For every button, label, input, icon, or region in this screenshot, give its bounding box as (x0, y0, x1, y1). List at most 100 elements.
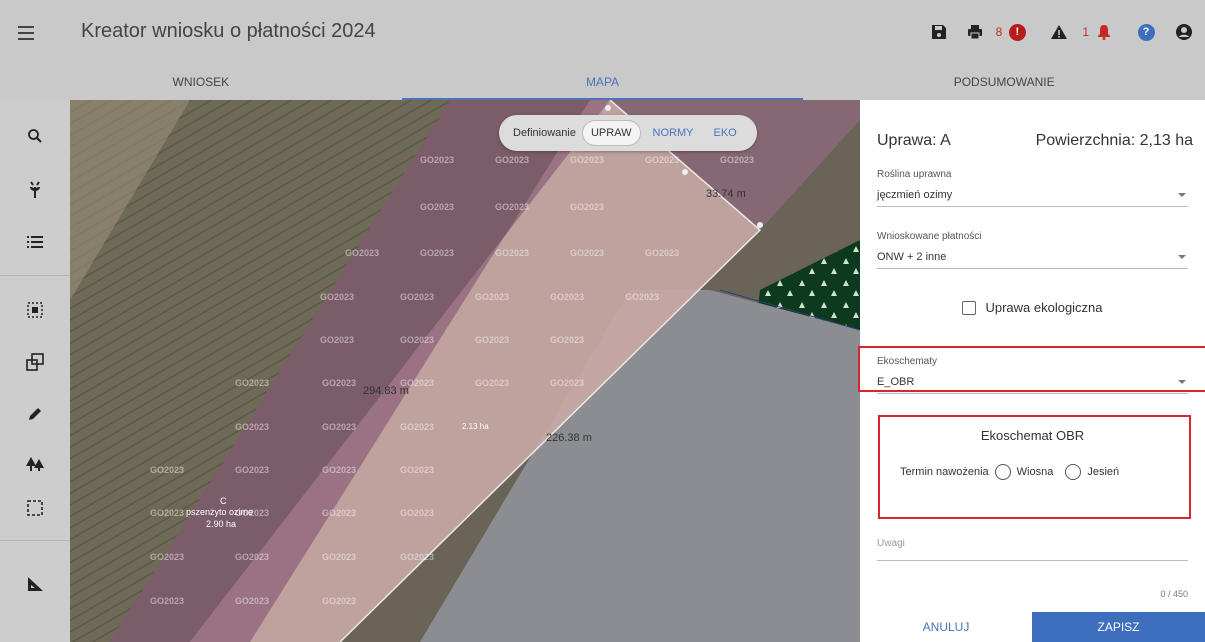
map-watermark: GO2023 (150, 465, 185, 475)
dropdown-arrow-icon (1178, 193, 1186, 197)
radio-spring[interactable] (994, 464, 1011, 480)
select-area-icon[interactable] (23, 298, 47, 322)
ecoschemes-highlight (858, 346, 1205, 392)
parcel-c-letter: C (220, 496, 227, 506)
map-watermark: GO2023 (322, 422, 357, 432)
chip-normy[interactable]: NORMY (645, 121, 702, 145)
map-watermark: GO2023 (345, 248, 380, 258)
search-icon[interactable] (23, 124, 47, 148)
notification-bell-icon[interactable] (1091, 19, 1117, 45)
checkbox-icon[interactable] (962, 300, 977, 315)
parcel-c-crop: pszenżyto ozime (186, 507, 254, 517)
crop-select-label: Roślina uprawna (877, 169, 952, 180)
crop-select[interactable]: Roślina uprawna jęczmień ozimy (877, 169, 1188, 207)
payments-select-label: Wnioskowane płatności (877, 231, 982, 242)
dimension-label: 226.38 m (546, 432, 592, 444)
save-icon[interactable] (926, 19, 952, 45)
radio-spring-label: Wiosna (1016, 466, 1054, 478)
trees-icon[interactable] (23, 452, 47, 476)
map-watermark: GO2023 (720, 155, 755, 165)
error-icon[interactable]: ! (1004, 19, 1030, 45)
obr-section-title: Ekoschemat OBR (980, 428, 1085, 443)
map-watermark: GO2023 (322, 596, 357, 606)
map-watermark: GO2023 (495, 202, 530, 212)
app-title: Kreator wniosku o płatności 2024 (81, 20, 376, 42)
parcel-c-area: 2.90 ha (206, 519, 237, 529)
notes-char-counter: 0 / 450 (1160, 589, 1188, 599)
toolbar-divider (0, 540, 70, 541)
map-watermark: GO2023 (322, 552, 357, 562)
radio-autumn[interactable] (1065, 464, 1082, 480)
crop-frame-icon[interactable] (23, 496, 47, 520)
definition-mode-selector: Definiowanie UPRAW NORMY EKO (499, 115, 757, 151)
tab-mapa[interactable]: MAPA (401, 64, 804, 100)
map-watermark: GO2023 (475, 378, 510, 388)
map-watermark: GO2023 (625, 292, 660, 302)
chip-eko[interactable]: EKO (705, 121, 744, 145)
warning-count: 1 (1082, 25, 1089, 39)
print-icon[interactable] (962, 19, 988, 45)
map-watermark: GO2023 (645, 155, 680, 165)
cancel-button[interactable]: ANULUJ (860, 612, 1032, 642)
list-icon[interactable] (23, 230, 47, 254)
dropdown-arrow-icon (1178, 255, 1186, 259)
toolbar-divider (0, 275, 70, 276)
main-tabs: WNIOSEK MAPA PODSUMOWANIE (0, 64, 1205, 100)
map-watermark: GO2023 (420, 155, 455, 165)
payments-select[interactable]: Wnioskowane płatności ONW + 2 inne (877, 231, 1188, 269)
error-count: 8 (995, 25, 1003, 39)
top-app-bar: Kreator wniosku o płatności 2024 8 ! 1 ? (0, 0, 1205, 64)
fertilization-term-label: Termin nawożenia (900, 466, 989, 478)
menu-icon[interactable] (18, 20, 44, 46)
map-toolbar (0, 100, 70, 642)
field-underline (877, 206, 1188, 207)
save-button[interactable]: ZAPISZ (1032, 612, 1205, 642)
chip-upraw[interactable]: UPRAW (581, 120, 641, 146)
edit-pencil-icon[interactable] (23, 402, 47, 426)
dimension-label: 33.74 m (706, 188, 746, 200)
organic-crop-label: Uprawa ekologiczna (985, 300, 1103, 315)
map-watermark: GO2023 (550, 292, 585, 302)
notes-field[interactable]: Uwagi (877, 538, 905, 549)
radio-autumn-label: Jesień (1087, 466, 1120, 478)
map-watermark: GO2023 (495, 248, 530, 258)
field-underline (877, 393, 1188, 394)
map-watermark: GO2023 (570, 202, 605, 212)
warning-icon[interactable] (1046, 19, 1072, 45)
measure-icon[interactable] (23, 572, 47, 596)
map-watermark: GO2023 (400, 335, 435, 345)
map-watermark: GO2023 (150, 596, 185, 606)
organic-crop-checkbox[interactable]: Uprawa ekologiczna (860, 300, 1205, 315)
tab-podsumowanie[interactable]: PODSUMOWANIE (803, 64, 1205, 100)
fertilization-term-group: Termin nawożenia Wiosna Jesień (900, 464, 1119, 480)
crop-select-value: jęczmień ozimy (877, 189, 953, 201)
help-icon[interactable]: ? (1133, 19, 1159, 45)
map-watermark: GO2023 (570, 155, 605, 165)
map-watermark: GO2023 (495, 155, 530, 165)
map-watermark: GO2023 (235, 422, 270, 432)
account-icon[interactable] (1171, 19, 1197, 45)
map-watermark: GO2023 (475, 292, 510, 302)
map-view[interactable]: GO2023 GO2023 GO2023 GO2023 GO2023 GO202… (70, 100, 860, 642)
map-watermark: GO2023 (235, 552, 270, 562)
map-watermark: GO2023 (320, 335, 355, 345)
map-watermark: GO2023 (320, 292, 355, 302)
map-watermark: GO2023 (400, 552, 435, 562)
map-watermark: GO2023 (235, 596, 270, 606)
map-watermark: GO2023 (550, 335, 585, 345)
map-watermark: GO2023 (235, 378, 270, 388)
tab-wniosek[interactable]: WNIOSEK (0, 64, 402, 100)
map-watermark: GO2023 (322, 465, 357, 475)
map-watermark: GO2023 (400, 508, 435, 518)
plant-icon[interactable] (23, 178, 47, 202)
map-watermark: GO2023 (645, 248, 680, 258)
layers-icon[interactable] (23, 350, 47, 374)
map-watermark: GO2023 (235, 465, 270, 475)
notes-underline (877, 560, 1188, 561)
crop-details-panel: Uprawa: A Powierzchnia: 2,13 ha Roślina … (858, 100, 1205, 642)
map-watermark: GO2023 (570, 248, 605, 258)
definition-mode-label: Definiowanie (513, 127, 576, 139)
area-header: Powierzchnia: 2,13 ha (1035, 132, 1193, 149)
map-watermark: GO2023 (400, 465, 435, 475)
map-watermark: GO2023 (322, 508, 357, 518)
